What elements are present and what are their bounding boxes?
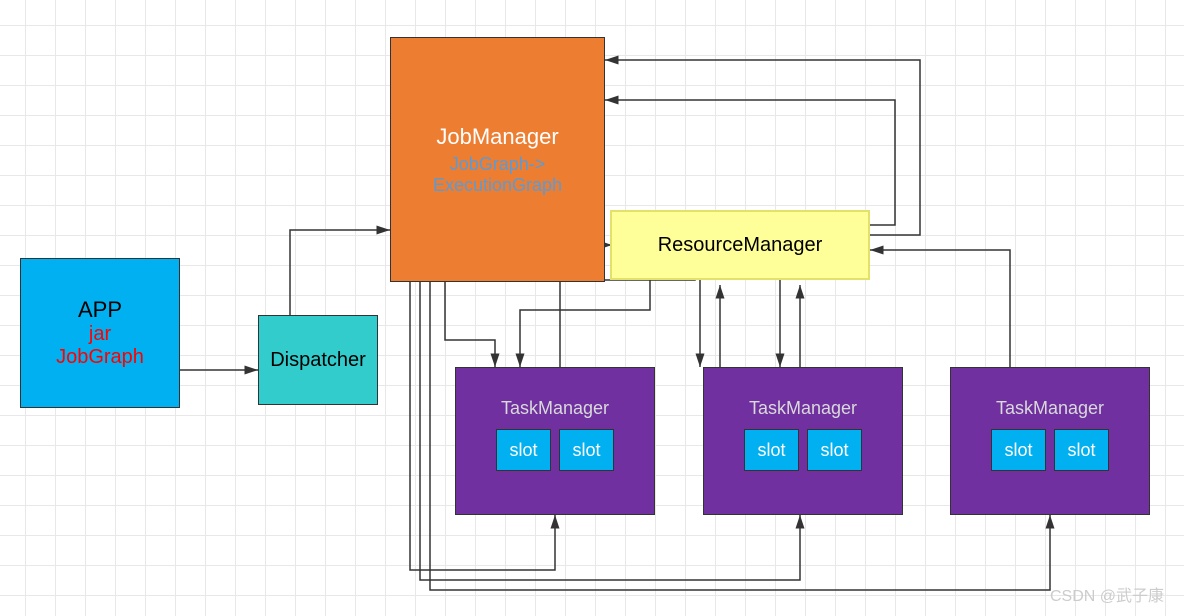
app-title: APP: [78, 297, 122, 323]
jobmanager-line2: ExecutionGraph: [433, 175, 562, 196]
diagram-canvas: APP jar JobGraph Dispatcher JobManager J…: [0, 0, 1184, 616]
slot: slot: [1054, 429, 1109, 471]
slot-row: slot slot: [991, 429, 1109, 471]
taskmanager-label: TaskManager: [749, 398, 857, 419]
slot: slot: [991, 429, 1046, 471]
slot: slot: [496, 429, 551, 471]
slot: slot: [807, 429, 862, 471]
slot-row: slot slot: [744, 429, 862, 471]
slot: slot: [744, 429, 799, 471]
app-box: APP jar JobGraph: [20, 258, 180, 408]
slot-row: slot slot: [496, 429, 614, 471]
resourcemanager-label: ResourceManager: [658, 234, 823, 257]
taskmanager-label: TaskManager: [996, 398, 1104, 419]
slot: slot: [559, 429, 614, 471]
dispatcher-label: Dispatcher: [270, 349, 366, 372]
taskmanager-label: TaskManager: [501, 398, 609, 419]
watermark: CSDN @武子康: [1050, 582, 1164, 606]
jobmanager-title: JobManager: [436, 124, 558, 150]
taskmanager-box-1: TaskManager slot slot: [455, 367, 655, 515]
app-jar-label: jar: [89, 323, 111, 346]
jobmanager-line1: JobGraph->: [450, 154, 546, 175]
taskmanager-box-3: TaskManager slot slot: [950, 367, 1150, 515]
taskmanager-box-2: TaskManager slot slot: [703, 367, 903, 515]
dispatcher-box: Dispatcher: [258, 315, 378, 405]
jobmanager-box: JobManager JobGraph-> ExecutionGraph: [390, 37, 605, 282]
app-jobgraph-label: JobGraph: [56, 346, 144, 369]
resourcemanager-box: ResourceManager: [610, 210, 870, 280]
